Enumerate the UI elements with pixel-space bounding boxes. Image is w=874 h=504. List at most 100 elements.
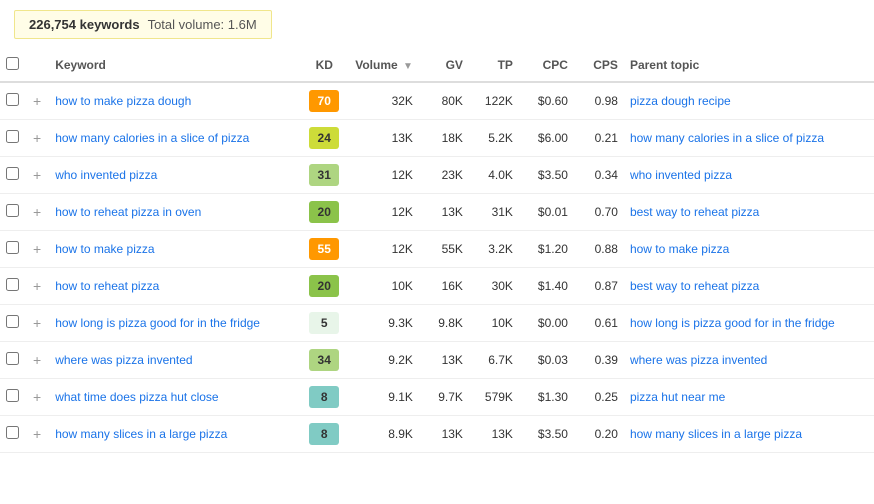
keyword-link[interactable]: how to make pizza dough [55, 94, 191, 108]
cps-cell: 0.70 [574, 194, 624, 231]
gv-cell: 13K [419, 416, 469, 453]
th-gv: GV [419, 49, 469, 82]
cpc-cell: $1.30 [519, 379, 574, 416]
kd-badge: 34 [309, 349, 339, 371]
keyword-link[interactable]: who invented pizza [55, 168, 157, 182]
cpc-cell: $1.20 [519, 231, 574, 268]
kd-badge: 20 [309, 201, 339, 223]
th-volume[interactable]: Volume ▼ [349, 49, 419, 82]
keyword-link[interactable]: how to reheat pizza in oven [55, 205, 201, 219]
volume-cell: 13K [349, 120, 419, 157]
table-row: +who invented pizza3112K23K4.0K$3.500.34… [0, 157, 874, 194]
tp-cell: 122K [469, 82, 519, 120]
kd-badge: 31 [309, 164, 339, 186]
keyword-link[interactable]: how to reheat pizza [55, 279, 159, 293]
cps-cell: 0.61 [574, 305, 624, 342]
keyword-link[interactable]: what time does pizza hut close [55, 390, 218, 404]
parent-topic-link[interactable]: how many calories in a slice of pizza [630, 131, 824, 145]
parent-topic-link[interactable]: who invented pizza [630, 168, 732, 182]
row-checkbox[interactable] [6, 241, 19, 254]
cps-cell: 0.34 [574, 157, 624, 194]
row-checkbox[interactable] [6, 130, 19, 143]
tp-cell: 30K [469, 268, 519, 305]
select-all-checkbox[interactable] [6, 57, 19, 70]
th-plus [25, 49, 49, 82]
table-row: +where was pizza invented349.2K13K6.7K$0… [0, 342, 874, 379]
kd-badge: 20 [309, 275, 339, 297]
add-keyword-button[interactable]: + [31, 427, 43, 441]
cpc-cell: $0.00 [519, 305, 574, 342]
parent-topic-link[interactable]: pizza dough recipe [630, 94, 731, 108]
volume-cell: 32K [349, 82, 419, 120]
summary-bar: 226,754 keywords Total volume: 1.6M [14, 10, 272, 39]
row-checkbox[interactable] [6, 352, 19, 365]
parent-topic-link[interactable]: pizza hut near me [630, 390, 725, 404]
parent-topic-link[interactable]: how many slices in a large pizza [630, 427, 802, 441]
add-keyword-button[interactable]: + [31, 242, 43, 256]
cpc-cell: $3.50 [519, 157, 574, 194]
table-row: +what time does pizza hut close89.1K9.7K… [0, 379, 874, 416]
parent-topic-link[interactable]: how long is pizza good for in the fridge [630, 316, 835, 330]
table-row: +how to make pizza dough7032K80K122K$0.6… [0, 82, 874, 120]
parent-topic-link[interactable]: best way to reheat pizza [630, 205, 759, 219]
volume-sort-icon: ▼ [403, 61, 413, 72]
add-keyword-button[interactable]: + [31, 316, 43, 330]
gv-cell: 16K [419, 268, 469, 305]
keyword-link[interactable]: where was pizza invented [55, 353, 192, 367]
add-keyword-button[interactable]: + [31, 353, 43, 367]
cpc-cell: $0.03 [519, 342, 574, 379]
cps-cell: 0.87 [574, 268, 624, 305]
kd-badge: 24 [309, 127, 339, 149]
th-keyword: Keyword [49, 49, 299, 82]
th-cps: CPS [574, 49, 624, 82]
keyword-link[interactable]: how long is pizza good for in the fridge [55, 316, 260, 330]
row-checkbox[interactable] [6, 389, 19, 402]
volume-cell: 9.2K [349, 342, 419, 379]
keyword-link[interactable]: how many slices in a large pizza [55, 427, 227, 441]
table-row: +how many slices in a large pizza88.9K13… [0, 416, 874, 453]
add-keyword-button[interactable]: + [31, 94, 43, 108]
th-parent-topic: Parent topic [624, 49, 874, 82]
kd-badge: 55 [309, 238, 339, 260]
cpc-cell: $3.50 [519, 416, 574, 453]
row-checkbox[interactable] [6, 167, 19, 180]
cps-cell: 0.20 [574, 416, 624, 453]
add-keyword-button[interactable]: + [31, 390, 43, 404]
kd-badge: 70 [309, 90, 339, 112]
cpc-cell: $0.01 [519, 194, 574, 231]
volume-cell: 10K [349, 268, 419, 305]
parent-topic-link[interactable]: how to make pizza [630, 242, 729, 256]
tp-cell: 13K [469, 416, 519, 453]
add-keyword-button[interactable]: + [31, 205, 43, 219]
tp-cell: 5.2K [469, 120, 519, 157]
row-checkbox[interactable] [6, 278, 19, 291]
volume-cell: 12K [349, 231, 419, 268]
gv-cell: 9.8K [419, 305, 469, 342]
parent-topic-link[interactable]: best way to reheat pizza [630, 279, 759, 293]
add-keyword-button[interactable]: + [31, 168, 43, 182]
add-keyword-button[interactable]: + [31, 131, 43, 145]
row-checkbox[interactable] [6, 204, 19, 217]
keyword-link[interactable]: how many calories in a slice of pizza [55, 131, 249, 145]
table-row: + how many calories in a slice of pizza 24… [0, 120, 874, 157]
table-row: +how to reheat pizza2010K16K30K$1.400.87… [0, 268, 874, 305]
parent-topic-link[interactable]: where was pizza invented [630, 353, 767, 367]
row-checkbox[interactable] [6, 426, 19, 439]
row-checkbox[interactable] [6, 93, 19, 106]
table-row: +how to reheat pizza in oven2012K13K31K$… [0, 194, 874, 231]
table-row: +how to make pizza5512K55K3.2K$1.200.88h… [0, 231, 874, 268]
table-row: + how long is pizza good for in the fridg… [0, 305, 874, 342]
volume-cell: 12K [349, 194, 419, 231]
th-tp: TP [469, 49, 519, 82]
gv-cell: 13K [419, 194, 469, 231]
tp-cell: 4.0K [469, 157, 519, 194]
add-keyword-button[interactable]: + [31, 279, 43, 293]
cps-cell: 0.21 [574, 120, 624, 157]
keyword-link[interactable]: how to make pizza [55, 242, 154, 256]
th-kd: KD [299, 49, 349, 82]
cps-cell: 0.25 [574, 379, 624, 416]
row-checkbox[interactable] [6, 315, 19, 328]
total-volume: Total volume: 1.6M [148, 17, 257, 32]
table-header-row: Keyword KD Volume ▼ GV TP CPC CPS Parent… [0, 49, 874, 82]
keywords-table: Keyword KD Volume ▼ GV TP CPC CPS Parent… [0, 49, 874, 453]
